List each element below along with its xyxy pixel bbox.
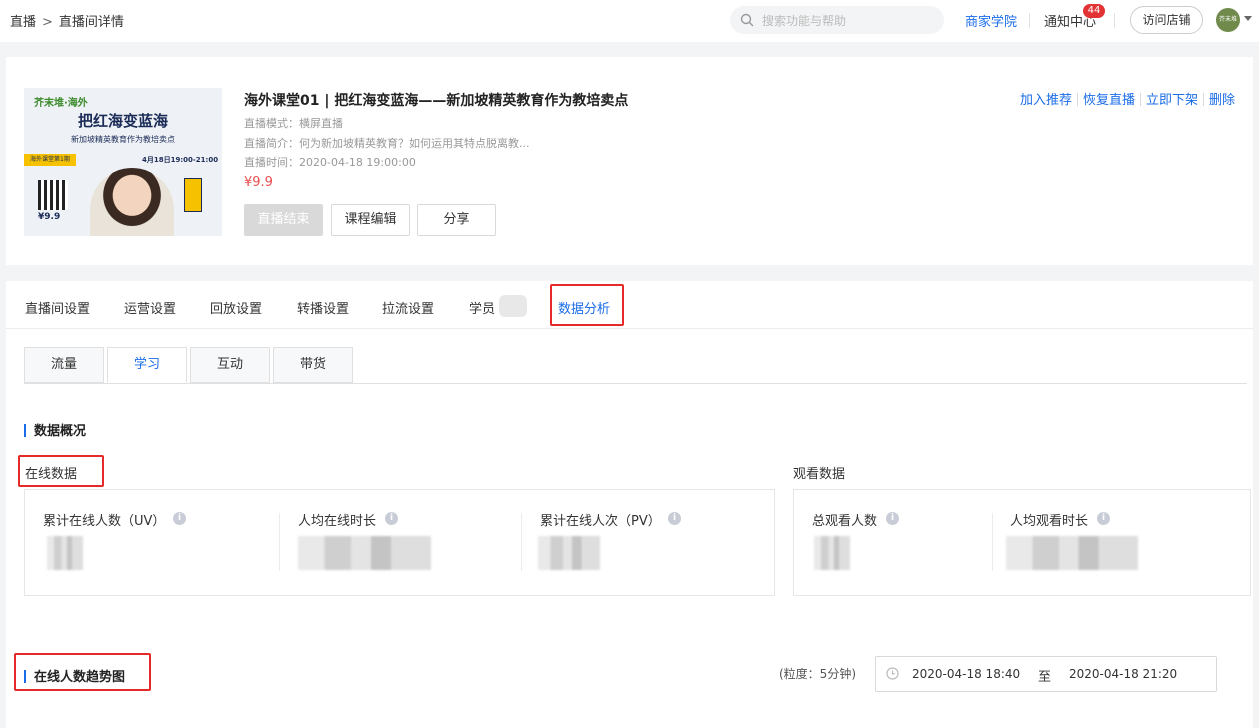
tab-playback-settings[interactable]: 回放设置 — [210, 298, 262, 317]
delete-link[interactable]: 删除 — [1209, 93, 1235, 108]
section-marker — [24, 424, 26, 437]
divider — [279, 513, 280, 571]
overview-section-title: 数据概况 — [24, 420, 86, 439]
search-input[interactable]: 搜索功能与帮助 — [730, 6, 944, 34]
metric-uv-label: 累计在线人数（UV） — [43, 514, 166, 529]
academy-link[interactable]: 商家学院 — [965, 11, 1017, 30]
highlight-box — [18, 455, 104, 487]
chevron-down-icon[interactable] — [1244, 16, 1252, 22]
metric-avg-online-time-value — [298, 536, 431, 570]
cover-date: 4月18日19:00-21:00 — [142, 156, 219, 164]
data-card: 直播间设置 运营设置 回放设置 转播设置 拉流设置 学员 数据分析 流量 学习 … — [6, 281, 1253, 728]
top-bar: 直播 > 直播间详情 搜索功能与帮助 商家学院 通知中心 44 访问店铺 芥末堆 — [0, 0, 1259, 42]
breadcrumb: 直播 > 直播间详情 — [10, 11, 124, 30]
metric-avg-watch-time-label: 人均观看时长 — [1010, 514, 1089, 529]
tab-operation-settings[interactable]: 运营设置 — [124, 298, 176, 317]
metric-pv-value — [538, 536, 600, 570]
search-icon — [740, 13, 754, 27]
take-down-link[interactable]: 立即下架 — [1146, 93, 1198, 108]
live-time: 直播时间：2020-04-18 19:00:00 — [244, 156, 416, 169]
breadcrumb-separator: > — [42, 15, 53, 30]
granularity-label: (粒度：5分钟) — [779, 667, 856, 681]
cover-title: 把红海变蓝海 — [77, 112, 168, 130]
avatar[interactable]: 芥末堆 — [1216, 8, 1240, 32]
breadcrumb-item-live[interactable]: 直播 — [10, 15, 36, 30]
breadcrumb-item-detail: 直播间详情 — [58, 15, 124, 30]
info-icon[interactable]: i — [173, 512, 186, 525]
tab-relay-settings[interactable]: 转播设置 — [297, 298, 349, 317]
info-icon[interactable]: i — [886, 512, 899, 525]
live-cover-image: 芥末堆·海外 把红海变蓝海 新加坡精英教育作为教培卖点 海外课堂第1期 4月18… — [24, 88, 222, 236]
course-edit-button[interactable]: 课程编辑 — [331, 204, 410, 236]
live-actions: 加入推荐 恢复直播 立即下架 删除 — [1020, 89, 1235, 108]
subtab-learning[interactable]: 学习 — [107, 347, 187, 383]
tab-live-room-settings[interactable]: 直播间设置 — [25, 298, 90, 317]
live-intro: 直播简介：何为新加坡精英教育？如何运用其特点脱离教... — [244, 137, 530, 150]
share-button[interactable]: 分享 — [417, 204, 496, 236]
cover-price: ¥9.9 — [38, 212, 61, 222]
divider — [24, 383, 1247, 384]
divider — [1076, 93, 1078, 106]
live-ended-button[interactable]: 直播结束 — [244, 204, 323, 236]
metric-avg-online-time-label: 人均在线时长 — [298, 514, 377, 529]
divider — [1202, 93, 1204, 106]
divider — [521, 513, 522, 571]
tab-pull-stream-settings[interactable]: 拉流设置 — [382, 298, 434, 317]
resume-live-link[interactable]: 恢复直播 — [1083, 93, 1135, 108]
start-date-input[interactable]: 2020-04-18 18:40 — [912, 667, 1020, 681]
cover-brand: 芥末堆·海外 — [34, 98, 88, 109]
info-icon[interactable]: i — [385, 512, 398, 525]
visit-store-button[interactable]: 访问店铺 — [1130, 6, 1203, 34]
metric-uv-value — [47, 536, 83, 570]
divider — [6, 328, 1253, 329]
metric-avg-watch-time-value — [1006, 536, 1138, 570]
subtab-traffic[interactable]: 流量 — [24, 347, 104, 383]
date-range-separator: 至 — [1038, 670, 1052, 685]
highlight-box — [550, 284, 624, 326]
cover-tag: 海外课堂第1期 — [24, 154, 76, 166]
divider — [1029, 13, 1030, 28]
end-date-input[interactable]: 2020-04-18 21:20 — [1069, 667, 1177, 681]
subtab-interaction[interactable]: 互动 — [190, 347, 270, 383]
cover-subtitle: 新加坡精英教育作为教培卖点 — [71, 135, 175, 144]
divider — [992, 513, 993, 571]
qr-code-icon — [38, 180, 68, 210]
notice-count-badge: 44 — [1083, 4, 1105, 18]
clock-icon — [886, 667, 899, 680]
add-recommend-link[interactable]: 加入推荐 — [1020, 93, 1072, 108]
live-price: ¥9.9 — [244, 175, 273, 190]
metric-total-viewers-value — [814, 536, 850, 570]
metric-total-viewers-label: 总观看人数 — [812, 514, 878, 529]
info-icon[interactable]: i — [668, 512, 681, 525]
date-range-picker[interactable]: 2020-04-18 18:40 至 2020-04-18 21:20 — [875, 656, 1217, 692]
tab-students[interactable]: 学员 — [469, 298, 495, 317]
divider — [1139, 93, 1141, 106]
speaker-photo — [90, 168, 174, 236]
overview-title: 数据概况 — [34, 424, 87, 439]
divider — [1114, 13, 1115, 28]
highlight-box — [14, 653, 151, 691]
watch-data-label: 观看数据 — [793, 467, 846, 482]
live-mode: 直播模式：横屏直播 — [244, 117, 343, 130]
students-count-badge — [499, 295, 527, 317]
book-icon — [184, 178, 202, 212]
subtab-sales[interactable]: 带货 — [273, 347, 353, 383]
live-title: 海外课堂01 | 把红海变蓝海——新加坡精英教育作为教培卖点 — [244, 93, 629, 109]
search-placeholder: 搜索功能与帮助 — [762, 14, 847, 28]
info-icon[interactable]: i — [1097, 512, 1110, 525]
live-info-card: 芥末堆·海外 把红海变蓝海 新加坡精英教育作为教培卖点 海外课堂第1期 4月18… — [6, 57, 1253, 265]
metric-pv-label: 累计在线人次（PV） — [540, 514, 661, 529]
